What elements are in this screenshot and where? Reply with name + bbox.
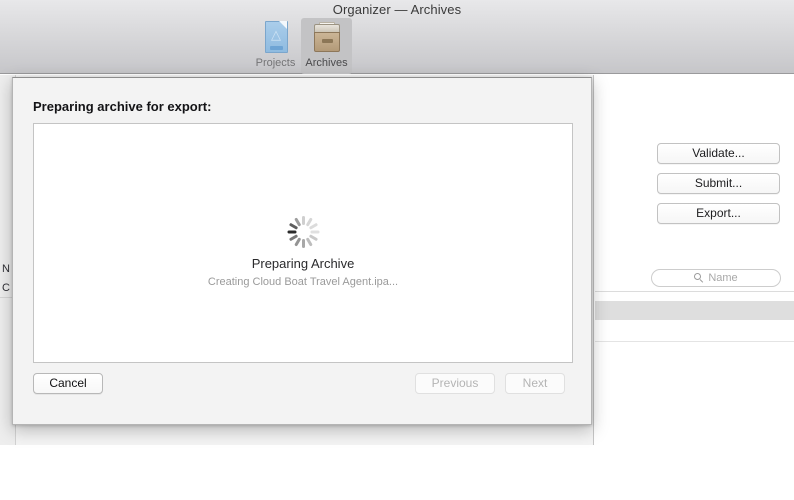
archive-action-buttons: Validate... Submit... Export... (657, 143, 780, 224)
submit-button[interactable]: Submit... (657, 173, 780, 194)
window-title: Organizer — Archives (332, 2, 462, 17)
next-button: Next (505, 373, 565, 394)
search-input-placeholder: Name (708, 272, 738, 284)
archive-detail-pane: Validate... Submit... Export... Name (595, 75, 794, 445)
export-progress-sheet: Preparing archive for export: Preparing … (12, 77, 592, 425)
validate-button[interactable]: Validate... (657, 143, 780, 164)
archive-table-header (595, 301, 794, 320)
toolbar-item-projects[interactable]: △ Projects (250, 18, 301, 74)
toolbar-item-archives-label: Archives (305, 57, 348, 69)
progress-title: Preparing Archive (251, 256, 355, 271)
toolbar-item-archives[interactable]: Archives (301, 18, 352, 74)
sheet-heading: Preparing archive for export: (33, 99, 212, 114)
toolbar-item-projects-label: Projects (255, 57, 296, 69)
cancel-button[interactable]: Cancel (33, 373, 103, 394)
export-button[interactable]: Export... (657, 203, 780, 224)
sheet-content-area: Preparing Archive Creating Cloud Boat Tr… (33, 123, 573, 363)
table-row[interactable] (595, 320, 794, 342)
progress-block: Preparing Archive Creating Cloud Boat Tr… (34, 216, 572, 290)
organizer-toolbar: △ Projects Archives (250, 18, 352, 74)
search-icon (694, 273, 704, 283)
projects-document-icon: △ (262, 21, 290, 55)
indeterminate-spinner (287, 216, 319, 248)
progress-detail: Creating Cloud Boat Travel Agent.ipa... (207, 276, 399, 288)
screen: Organizer — Archives △ Projects Archives… (0, 0, 794, 500)
search-input[interactable]: Name (651, 269, 781, 287)
archive-search-toolbar: Name (595, 265, 794, 292)
sheet-footer: Cancel Previous Next (13, 366, 591, 424)
window-titlebar: Organizer — Archives △ Projects Archives (0, 0, 794, 74)
previous-button: Previous (415, 373, 495, 394)
archives-box-icon (312, 21, 342, 55)
